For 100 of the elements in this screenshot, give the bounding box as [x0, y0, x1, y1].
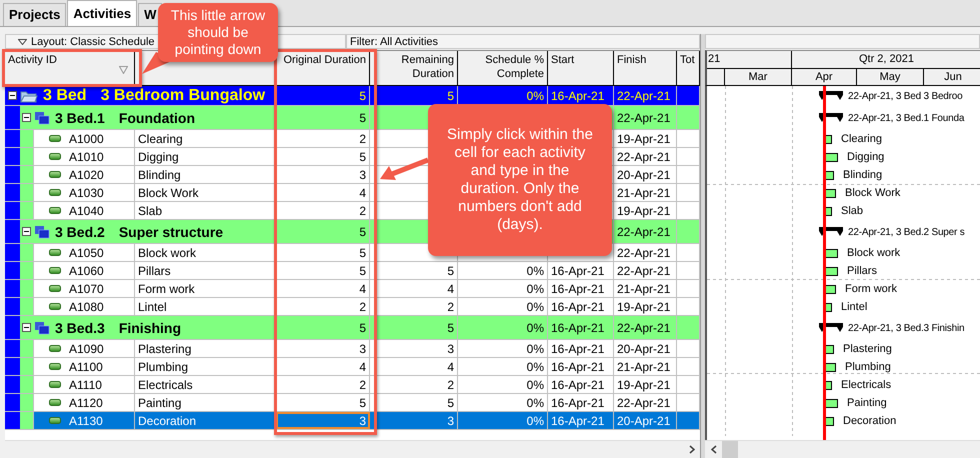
table-cell: A1060	[69, 264, 104, 278]
table-cell: Lintel	[138, 300, 167, 314]
timescale-label: May	[857, 68, 924, 85]
table-cell: Pillars	[138, 264, 171, 278]
table-cell: 19-Apr-21	[617, 132, 670, 146]
table-cell: 19-Apr-21	[617, 300, 670, 314]
table-cell: Digging	[138, 150, 179, 164]
bar-label: Block Work	[845, 187, 900, 199]
table-cell: 22-Apr-21	[617, 110, 670, 124]
bar-label: Decoration	[843, 415, 896, 427]
table-cell: 22-Apr-21	[617, 396, 670, 410]
table-cell: Plumbing	[138, 360, 188, 374]
bar-label: 22-Apr-21, 3 Bed.2 Super s	[848, 226, 965, 238]
table-cell: 5	[447, 320, 454, 334]
bar-label: Clearing	[841, 133, 882, 145]
table-cell: 16-Apr-21	[551, 378, 604, 392]
table-cell: 2	[447, 300, 454, 314]
table-cell: 22-Apr-21	[617, 246, 670, 260]
table-cell: 3 Bedroom Bungalow	[100, 86, 266, 104]
table-cell: Finishing	[118, 320, 182, 336]
bar-label: 22-Apr-21, 3 Bed.1 Founda	[848, 112, 964, 124]
table-cell: 0%	[526, 414, 544, 428]
table-cell: A1120	[69, 396, 103, 410]
table-cell: A1010	[69, 150, 104, 164]
bar-label: Block work	[847, 247, 900, 259]
table-cell: 0%	[526, 264, 544, 278]
table-cell: Electricals	[138, 378, 193, 392]
table-cell: Foundation	[118, 110, 196, 126]
bar-label: Slab	[841, 205, 864, 217]
bar-label: Plastering	[843, 343, 892, 355]
table-cell: 16-Apr-21	[551, 88, 604, 102]
table-cell: A1070	[69, 282, 104, 296]
table-cell: Clearing	[138, 132, 183, 146]
table-cell: A1020	[69, 168, 104, 182]
timescale-label: Mar	[725, 68, 792, 85]
timescale-label: Qtr 2, 2021	[792, 51, 980, 68]
table-cell: A1100	[69, 360, 103, 374]
bar-label: 22-Apr-21, 3 Bed.3 Finishin	[848, 322, 964, 334]
table-cell: A1110	[69, 378, 102, 392]
table-cell: 4	[447, 360, 454, 374]
table-cell: 21-Apr-21	[617, 186, 670, 200]
table-cell: Blinding	[138, 168, 181, 182]
table-cell: 20-Apr-21	[617, 414, 670, 428]
table-cell: 16-Apr-21	[551, 396, 604, 410]
table-cell: 22-Apr-21	[617, 150, 670, 164]
table-cell: 16-Apr-21	[551, 414, 604, 428]
table-cell: 0%	[526, 342, 544, 356]
table-cell: Slab	[138, 204, 162, 218]
bar-label: Lintel	[841, 301, 868, 313]
table-cell: 0%	[526, 88, 544, 102]
table-cell: A1130	[69, 414, 103, 428]
bar-label: Plumbing	[845, 361, 891, 373]
table-cell: 5	[447, 88, 454, 102]
table-cell: 16-Apr-21	[551, 320, 604, 334]
table-cell: A1040	[69, 204, 104, 218]
filter-label: Filter: All Activities	[350, 36, 438, 48]
layout-label: Layout: Classic Schedule	[31, 36, 155, 48]
table-cell: 3	[447, 414, 454, 428]
table-cell: 5	[447, 396, 454, 410]
table-cell: 0%	[526, 300, 544, 314]
table-cell: Super structure	[118, 224, 224, 240]
table-cell: 19-Apr-21	[617, 378, 670, 392]
table-cell: A1090	[69, 342, 104, 356]
table-cell: Painting	[138, 396, 182, 410]
table-cell: 3	[447, 342, 454, 356]
table-cell: Form work	[138, 282, 195, 296]
bar-label: Blinding	[843, 169, 882, 181]
table-cell: A1080	[69, 300, 104, 314]
bar-label: Form work	[845, 283, 897, 295]
table-cell: 16-Apr-21	[551, 342, 604, 356]
callout-tooltip: Simply click within the cell for each activity and type in the duration. Only the numbers don't add (days).	[428, 104, 612, 256]
table-cell: 22-Apr-21	[617, 264, 670, 278]
table-cell: Block work	[138, 246, 196, 260]
table-cell: 16-Apr-21	[551, 300, 604, 314]
bar-label: Digging	[847, 151, 884, 163]
table-cell: 20-Apr-21	[617, 168, 670, 182]
table-cell: 20-Apr-21	[617, 342, 670, 356]
table-cell: 16-Apr-21	[551, 360, 604, 374]
table-cell: 3 Bed.1	[55, 110, 105, 126]
table-cell: 21-Apr-21	[617, 360, 670, 374]
table-cell: 22-Apr-21	[617, 224, 670, 238]
bar-label: Painting	[847, 397, 887, 409]
bar-label: 22-Apr-21, 3 Bed 3 Bedroo	[848, 90, 963, 102]
table-cell: Plastering	[138, 342, 192, 356]
table-cell: 2	[447, 378, 454, 392]
table-cell: A1000	[69, 132, 104, 146]
table-cell: 22-Apr-21	[617, 320, 670, 334]
table-cell: A1030	[69, 186, 104, 200]
table-cell: 4	[447, 282, 454, 296]
table-cell: 22-Apr-21	[617, 88, 670, 102]
table-cell: 5	[447, 264, 454, 278]
table-cell: 16-Apr-21	[551, 282, 604, 296]
table-cell: 19-Apr-21	[617, 204, 670, 218]
table-cell: 0%	[526, 360, 544, 374]
table-cell: 0%	[526, 378, 544, 392]
table-cell: 3 Bed.3	[55, 320, 105, 336]
table-cell: 3 Bed.2	[55, 224, 105, 240]
bar-label: Electricals	[841, 379, 892, 391]
table-cell: Block Work	[138, 186, 198, 200]
table-cell: A1050	[69, 246, 104, 260]
